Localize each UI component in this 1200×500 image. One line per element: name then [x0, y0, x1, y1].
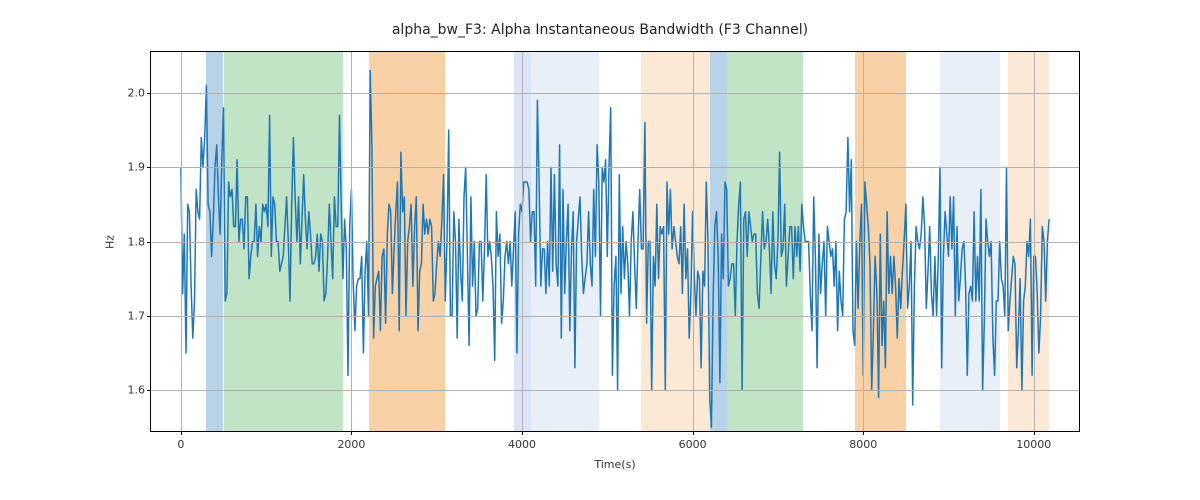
chart-tick-mark-y	[147, 242, 151, 243]
chart-tick-mark-x	[693, 431, 694, 435]
chart-gridline-horizontal	[151, 242, 1079, 243]
chart-x-axis-label: Time(s)	[151, 458, 1079, 471]
chart-figure: alpha_bw_F3: Alpha Instantaneous Bandwid…	[0, 0, 1200, 500]
chart-y-axis-label: Hz	[104, 234, 117, 248]
chart-x-tick-label: 2000	[337, 438, 365, 451]
chart-tick-mark-y	[147, 93, 151, 94]
chart-x-tick-label: 8000	[849, 438, 877, 451]
chart-x-tick-label: 10000	[1016, 438, 1051, 451]
chart-gridline-horizontal	[151, 316, 1079, 317]
chart-axes-clip	[151, 52, 1079, 431]
chart-x-tick-label: 0	[177, 438, 184, 451]
chart-line-series	[181, 71, 1049, 428]
chart-y-tick-label: 1.6	[119, 384, 145, 397]
chart-gridline-horizontal	[151, 167, 1079, 168]
chart-tick-mark-x	[863, 431, 864, 435]
chart-y-tick-label: 2.0	[119, 86, 145, 99]
chart-tick-mark-y	[147, 390, 151, 391]
chart-axes: Time(s) Hz 02000400060008000100001.61.71…	[150, 51, 1080, 432]
chart-tick-mark-x	[1034, 431, 1035, 435]
chart-x-tick-label: 6000	[679, 438, 707, 451]
chart-y-tick-label: 1.7	[119, 309, 145, 322]
chart-tick-mark-x	[522, 431, 523, 435]
chart-tick-mark-y	[147, 316, 151, 317]
chart-tick-mark-x	[351, 431, 352, 435]
chart-tick-mark-y	[147, 167, 151, 168]
chart-tick-mark-x	[181, 431, 182, 435]
chart-title: alpha_bw_F3: Alpha Instantaneous Bandwid…	[0, 22, 1200, 38]
chart-gridline-horizontal	[151, 93, 1079, 94]
chart-gridline-horizontal	[151, 390, 1079, 391]
chart-y-tick-label: 1.8	[119, 235, 145, 248]
chart-x-tick-label: 4000	[508, 438, 536, 451]
chart-y-tick-label: 1.9	[119, 161, 145, 174]
